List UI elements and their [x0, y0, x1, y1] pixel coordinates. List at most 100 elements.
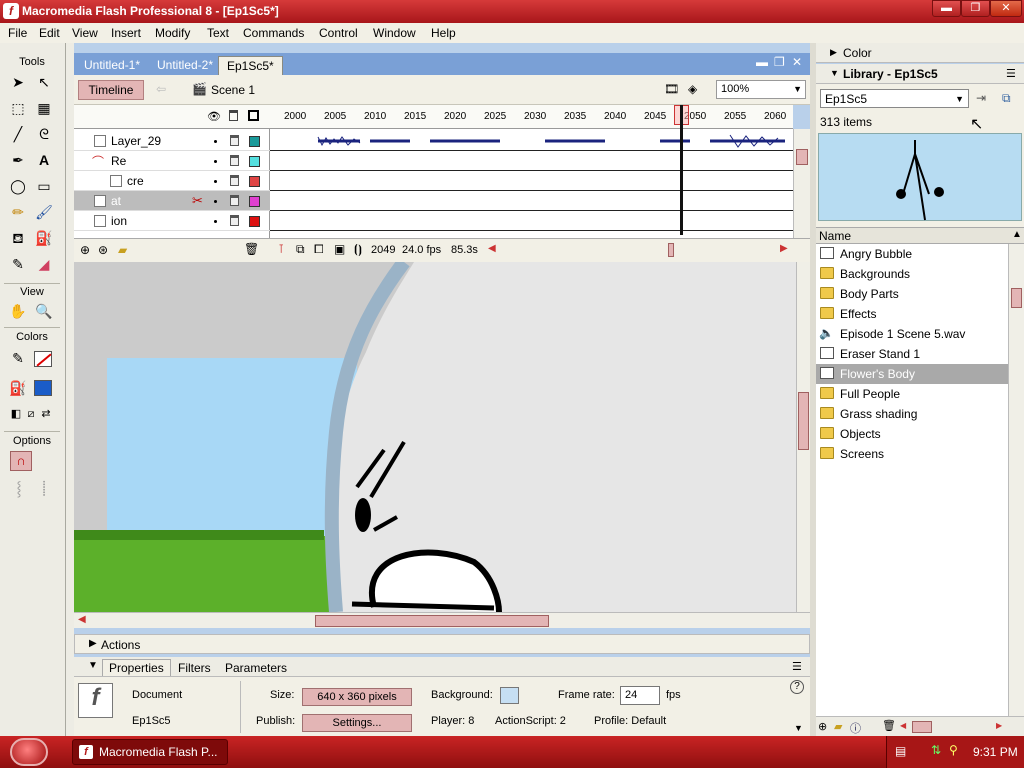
stroke-color-swatch[interactable]	[34, 351, 52, 367]
expand-triangle-icon[interactable]: ▶	[89, 638, 97, 649]
rectangle-tool-icon[interactable]: ▭	[33, 175, 55, 197]
library-item[interactable]: Grass shading	[816, 404, 1008, 424]
color-panel-header[interactable]: ▶ Color	[816, 43, 1024, 63]
library-item[interactable]: Effects	[816, 304, 1008, 324]
scroll-right-icon[interactable]: ▶	[996, 721, 1002, 730]
menu-commands[interactable]: Commands	[243, 26, 304, 40]
doc-close-icon[interactable]: ✕	[792, 55, 802, 69]
tab-untitled-2[interactable]: Untitled-2*	[149, 56, 221, 75]
library-item[interactable]: Full People	[816, 384, 1008, 404]
library-item[interactable]: Screens	[816, 444, 1008, 464]
edit-multiple-icon[interactable]: ▣	[334, 242, 345, 256]
library-item-selected[interactable]: Flower's Body	[816, 364, 1008, 384]
library-list-header[interactable]: Name ▲	[816, 227, 1024, 244]
options-menu-icon[interactable]: ☰	[792, 660, 802, 673]
outline-icon[interactable]	[248, 110, 259, 121]
doc-restore-icon[interactable]: ❐	[774, 55, 785, 69]
fill-color-swatch[interactable]	[34, 380, 52, 396]
start-button[interactable]	[10, 738, 48, 766]
line-tool-icon[interactable]: ╱	[7, 123, 29, 145]
close-window-button[interactable]: ✕	[990, 0, 1022, 17]
center-frame-icon[interactable]: ⊺	[278, 242, 284, 256]
options-menu-icon[interactable]: ☰	[1006, 67, 1016, 80]
menu-help[interactable]: Help	[431, 26, 456, 40]
layer-color-swatch[interactable]	[249, 136, 260, 147]
library-item[interactable]: Objects	[816, 424, 1008, 444]
visibility-dot[interactable]	[214, 160, 217, 163]
scroll-thumb[interactable]	[1011, 288, 1022, 308]
ink-bottle-icon[interactable]: ⛾	[7, 227, 29, 249]
library-select[interactable]: Ep1Sc5 ▼	[820, 89, 969, 108]
library-item[interactable]: Body Parts	[816, 284, 1008, 304]
lock-icon[interactable]	[229, 110, 238, 121]
menu-view[interactable]: View	[72, 26, 98, 40]
scroll-left-icon[interactable]: ◀	[900, 721, 906, 730]
new-folder-icon[interactable]: ▰	[834, 720, 842, 733]
hand-tool-icon[interactable]: ✋	[7, 300, 29, 322]
frame-row[interactable]	[270, 191, 793, 211]
doc-minimize-icon[interactable]: ▬	[756, 55, 768, 69]
maximize-button[interactable]: ❐	[961, 0, 990, 17]
menu-window[interactable]: Window	[373, 26, 416, 40]
zoom-tool-icon[interactable]: 🔍	[33, 300, 55, 322]
layer-row-selected[interactable]: at ✂	[74, 191, 270, 211]
lock-icon[interactable]	[230, 215, 239, 226]
timeline-hscroll-thumb[interactable]	[668, 243, 674, 257]
menu-insert[interactable]: Insert	[111, 26, 141, 40]
oval-tool-icon[interactable]: ◯	[7, 175, 29, 197]
collapse-arrow-icon[interactable]: ▼	[794, 723, 803, 733]
menu-file[interactable]: File	[8, 26, 27, 40]
stage-vscroll[interactable]	[796, 262, 810, 612]
lock-icon[interactable]	[230, 195, 239, 206]
frame-rate-input[interactable]: 24	[620, 686, 660, 705]
add-guide-icon[interactable]: ⊛	[98, 243, 108, 257]
eraser-tool-icon[interactable]: ◢	[33, 253, 55, 275]
layer-row[interactable]: ion	[74, 211, 270, 231]
frame-row[interactable]	[270, 211, 793, 231]
scroll-thumb[interactable]	[796, 149, 808, 165]
gradient-transform-icon[interactable]: ▦	[33, 97, 55, 119]
pencil-tool-icon[interactable]: ✏	[7, 201, 29, 223]
lock-icon[interactable]	[230, 155, 239, 166]
collapse-triangle-icon[interactable]: ▼	[830, 68, 839, 78]
zoom-select[interactable]: 100% ▼	[716, 80, 806, 99]
scroll-thumb[interactable]	[798, 392, 809, 450]
scroll-thumb[interactable]	[315, 615, 549, 627]
search-icon[interactable]: ⚲	[949, 743, 958, 757]
onion-markers-icon[interactable]: ⦗⦘	[354, 242, 362, 257]
sort-arrow-icon[interactable]: ▲	[1012, 229, 1022, 240]
library-item[interactable]: Eraser Stand 1	[816, 344, 1008, 364]
frame-row[interactable]	[270, 171, 793, 191]
eye-icon[interactable]: 👁	[207, 110, 221, 123]
layer-row[interactable]: ⌒ Re	[74, 151, 270, 171]
name-column-header[interactable]: Name	[819, 229, 851, 243]
new-library-panel-icon[interactable]: ⧉	[1002, 91, 1011, 106]
library-item[interactable]: Backgrounds	[816, 264, 1008, 284]
snap-magnet-icon[interactable]: ∩	[10, 451, 32, 471]
pin-library-icon[interactable]: ⇥	[976, 91, 986, 105]
network-icon[interactable]: ⇅	[931, 743, 941, 757]
layer-row[interactable]: cre	[74, 171, 270, 191]
keyboard-icon[interactable]: ▤	[895, 744, 906, 758]
straighten-icon[interactable]: ⸽	[33, 477, 55, 499]
onion-outline-icon[interactable]: ⧠	[314, 242, 324, 257]
timeline-toggle-button[interactable]: Timeline	[78, 80, 144, 100]
add-layer-icon[interactable]: ⊕	[80, 243, 90, 257]
stage-hscroll[interactable]: ◀	[74, 612, 810, 628]
lock-icon[interactable]	[230, 175, 239, 186]
paint-bucket-icon[interactable]: ⛽	[33, 227, 55, 249]
tab-ep1sc5[interactable]: Ep1Sc5*	[218, 56, 283, 75]
library-item[interactable]: 🔈 Episode 1 Scene 5.wav	[816, 324, 1008, 344]
tab-properties[interactable]: Properties	[102, 659, 171, 676]
playhead[interactable]	[680, 105, 683, 235]
layer-color-swatch[interactable]	[249, 176, 260, 187]
edit-scene-icon[interactable]: 🎞	[664, 82, 679, 96]
eyedropper-icon[interactable]: ✎	[7, 253, 29, 275]
lasso-tool-icon[interactable]: ᘓ	[33, 123, 55, 145]
back-arrow-icon[interactable]: ⇦	[156, 82, 166, 96]
layer-row[interactable]: Layer_29	[74, 131, 270, 151]
menu-modify[interactable]: Modify	[155, 26, 190, 40]
frames-panel[interactable]: 2000 2005 2010 2015 2020 2025 2030 2035 …	[270, 105, 793, 258]
frame-row[interactable]	[270, 151, 793, 171]
delete-layer-icon[interactable]: 🗑	[244, 242, 259, 256]
